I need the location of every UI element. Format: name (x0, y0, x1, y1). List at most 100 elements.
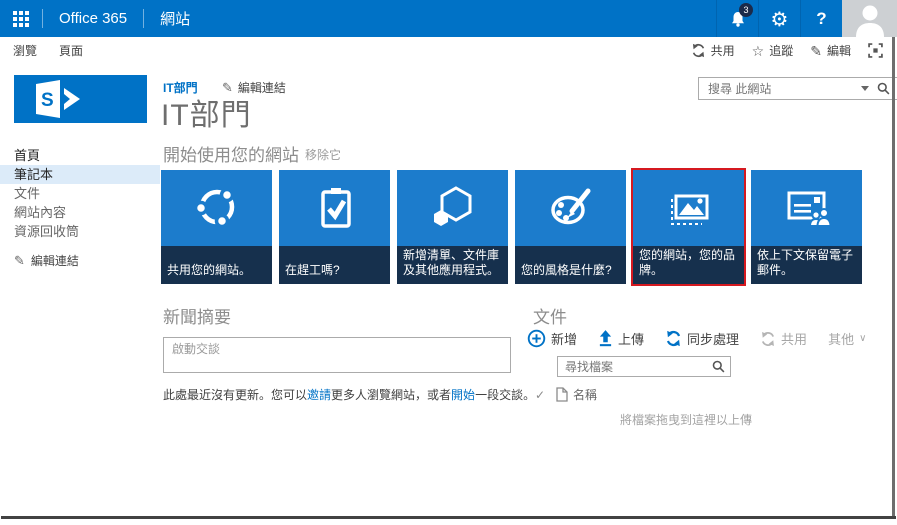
sidebar-item-documents[interactable]: 文件 (0, 184, 160, 203)
sidebar-item-recycle-bin[interactable]: 資源回收筒 (0, 222, 160, 241)
share-document-button[interactable]: 共用 (760, 329, 807, 348)
share-sync-icon (691, 43, 706, 58)
star-icon: ☆ (752, 44, 765, 58)
tile-caption: 共用您的網站。 (161, 246, 272, 284)
page-title: IT部門 (161, 90, 252, 134)
newsfeed-composer-input[interactable] (164, 338, 510, 372)
quick-launch-nav: 首頁 筆記本 文件 網站內容 資源回收筒 (0, 146, 160, 241)
empty-text: 此處最近沒有更新。您可以 (163, 388, 307, 402)
more-label: 其他 (828, 329, 854, 348)
tile-working-on-deadline[interactable]: 在趕工嗎? (279, 170, 390, 284)
tile-caption: 您的風格是什麼? (515, 246, 626, 284)
search-scope-dropdown-icon[interactable] (861, 86, 869, 91)
ribbon-actions: 共用 ☆ 追蹤 ✎ 編輯 (691, 42, 883, 59)
search-icon[interactable] (877, 82, 890, 95)
upload-label: 上傳 (618, 329, 644, 348)
email-people-icon (751, 170, 862, 246)
edit-button[interactable]: ✎ 編輯 (810, 42, 851, 59)
name-column-header[interactable]: 名稱 (573, 386, 597, 403)
new-document-button[interactable]: 新增 (527, 329, 577, 348)
share-button[interactable]: 共用 (691, 42, 735, 59)
invite-link[interactable]: 邀請 (307, 388, 331, 402)
follow-label: 追蹤 (769, 42, 793, 59)
find-file-search (557, 356, 731, 377)
chevron-down-icon: ∨ (859, 333, 866, 344)
suite-spacer (206, 0, 716, 37)
share-label: 共用 (711, 42, 735, 59)
tile-whats-your-style[interactable]: 您的風格是什麼? (515, 170, 626, 284)
share-sync-icon (760, 331, 776, 347)
documents-heading: 文件 (533, 303, 567, 328)
ribbon-bar: 瀏覽 頁面 共用 ☆ 追蹤 ✎ 編輯 (0, 37, 897, 64)
current-app-label: 網站 (144, 0, 206, 37)
tab-browse[interactable]: 瀏覽 (13, 42, 37, 59)
tile-add-lists-libraries-apps[interactable]: 新增清單、文件庫及其他應用程式。 (397, 170, 508, 284)
focus-mode-icon (868, 43, 883, 58)
site-search-input[interactable] (706, 81, 853, 97)
gear-icon: ⚙ (771, 9, 789, 29)
notification-count-badge: 3 (739, 3, 753, 17)
help-button[interactable]: ? (800, 0, 842, 37)
share-label: 共用 (781, 329, 807, 348)
clipboard-check-icon (279, 170, 390, 246)
tile-caption: 在趕工嗎? (279, 246, 390, 284)
brand-link[interactable]: Office 365 (43, 0, 143, 37)
site-logo[interactable]: S (14, 75, 147, 123)
documents-list-header: ✓ 名稱 (535, 386, 597, 403)
getting-started-heading: 開始使用您的網站 (163, 141, 299, 166)
getting-started-tiles: 共用您的網站。 在趕工嗎? 新增清單、文件庫及其他應用程式。 (161, 170, 862, 284)
sharepoint-logo-icon: S (14, 75, 147, 123)
waffle-icon (13, 11, 29, 27)
tile-keep-email-in-context[interactable]: 依上下文保留電子郵件。 (751, 170, 862, 284)
documents-toolbar: 新增 上傳 同步處理 共用 其他 ∨ (527, 329, 866, 348)
tile-caption: 新增清單、文件庫及其他應用程式。 (397, 246, 508, 284)
sidebar-item-site-contents[interactable]: 網站內容 (0, 203, 160, 222)
sidebar-item-home[interactable]: 首頁 (0, 146, 160, 165)
suite-bar: Office 365 網站 3 ⚙ ? (0, 0, 897, 37)
check-icon[interactable]: ✓ (535, 388, 556, 402)
app-launcher-button[interactable] (0, 0, 42, 37)
sidebar-item-notebook[interactable]: 筆記本 (0, 165, 160, 184)
sync-button[interactable]: 同步處理 (665, 329, 739, 348)
site-search (698, 77, 897, 100)
focus-on-content-button[interactable] (868, 43, 883, 58)
tile-share-your-site[interactable]: 共用您的網站。 (161, 170, 272, 284)
edit-links-sidebar[interactable]: ✎ 編輯連結 (14, 252, 79, 269)
svg-text:S: S (41, 90, 54, 111)
find-file-input[interactable] (563, 359, 712, 375)
upload-icon (598, 330, 613, 347)
pencil-icon: ✎ (14, 254, 25, 267)
newsfeed-empty-message: 此處最近沒有更新。您可以邀請更多人瀏覽網站，或者開始一段交談。 (163, 386, 535, 403)
account-avatar[interactable] (842, 0, 897, 37)
tile-caption: 依上下文保留電子郵件。 (751, 246, 862, 284)
person-silhouette-icon (850, 3, 890, 37)
notifications-button[interactable]: 3 (716, 0, 758, 37)
follow-button[interactable]: ☆ 追蹤 (752, 42, 794, 59)
drag-drop-hint: 將檔案拖曳到這裡以上傳 (620, 411, 752, 428)
pencil-icon: ✎ (810, 44, 822, 58)
help-icon: ? (816, 9, 826, 29)
window-right-edge (892, 37, 895, 518)
upload-button[interactable]: 上傳 (598, 329, 644, 348)
newsfeed-composer (163, 337, 511, 373)
more-options-button[interactable]: 其他 ∨ (828, 329, 866, 348)
empty-text: 更多人瀏覽網站，或者 (331, 388, 451, 402)
remove-getting-started-link[interactable]: 移除它 (305, 146, 341, 163)
settings-button[interactable]: ⚙ (758, 0, 800, 37)
hexagon-apps-icon (397, 170, 508, 246)
new-label: 新增 (551, 329, 577, 348)
tile-your-site-your-brand[interactable]: 您的網站，您的品牌。 (633, 170, 744, 284)
search-icon[interactable] (712, 360, 725, 373)
tab-page[interactable]: 頁面 (59, 42, 83, 59)
window-bottom-edge (1, 516, 896, 519)
sync-icon (665, 330, 682, 347)
document-type-icon (556, 387, 573, 402)
newsfeed-heading: 新聞摘要 (163, 303, 231, 328)
palette-icon (515, 170, 626, 246)
sync-label: 同步處理 (687, 329, 739, 348)
tile-caption: 您的網站，您的品牌。 (633, 246, 744, 284)
edit-label: 編輯 (827, 42, 851, 59)
plus-circle-icon (527, 329, 546, 348)
start-conversation-link[interactable]: 開始 (451, 388, 475, 402)
edit-links-label: 編輯連結 (31, 252, 79, 269)
